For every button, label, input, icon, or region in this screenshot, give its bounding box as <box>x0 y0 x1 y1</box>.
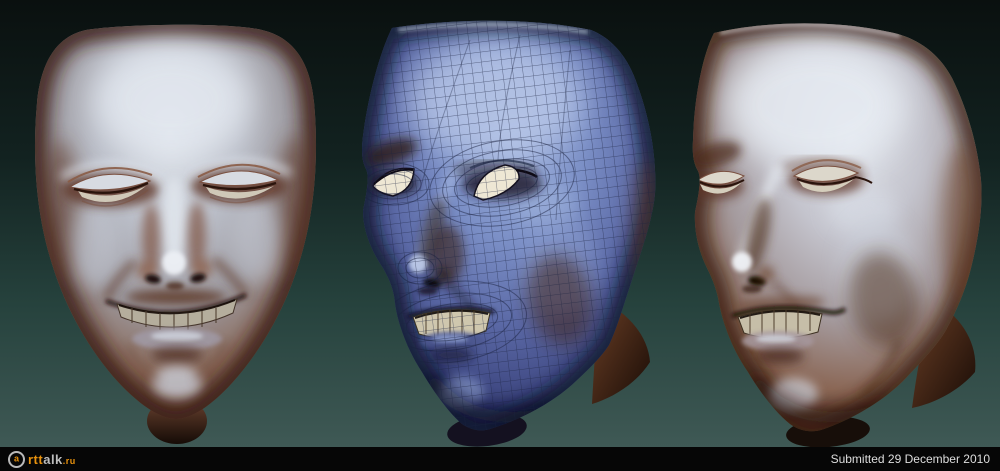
face-render-smooth-three-quarter <box>692 23 982 447</box>
footer-bar: a rttalk.ru Submitted 29 December 2010 <box>0 447 1000 471</box>
logo-letter-a: a <box>13 453 19 463</box>
arttalk-logo[interactable]: a rttalk.ru <box>8 450 76 468</box>
face-render-wireframe-three-quarter <box>362 20 656 447</box>
arttalk-circle-a-icon: a <box>8 450 25 468</box>
logo-wordmark: rttalk.ru <box>28 451 76 467</box>
screenshot-frame: a rttalk.ru Submitted 29 December 2010 <box>0 0 1000 471</box>
three-face-renders <box>34 20 982 447</box>
face-render-smooth-front <box>34 24 317 444</box>
submitted-date: Submitted 29 December 2010 <box>830 452 990 466</box>
render-canvas <box>0 0 1000 447</box>
